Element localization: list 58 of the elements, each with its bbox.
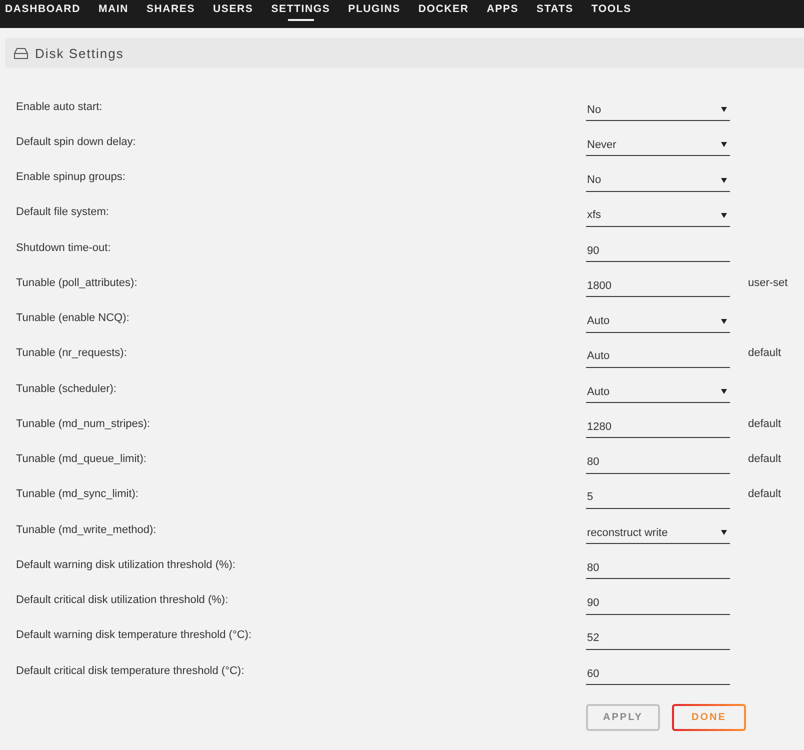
setting-note: default	[748, 347, 782, 360]
caret-icon	[721, 142, 727, 148]
setting-label: Default warning disk utilization threshold (%):	[16, 558, 236, 571]
input-field[interactable]: 90	[586, 590, 730, 615]
setting-label: Tunable (md_num_stripes):	[16, 418, 152, 430]
setting-label: Tunable (md_write_method):	[16, 524, 158, 536]
setting-note: default	[748, 418, 782, 430]
setting-label: Default warning disk temperature threshold (°C):	[16, 629, 253, 642]
input-field[interactable]: 1280	[586, 413, 730, 438]
select-field[interactable]: No	[586, 166, 730, 192]
setting-label: Default file system:	[16, 206, 110, 218]
setting-label: Default critical disk temperature threshold (°C):	[16, 664, 246, 677]
input-field[interactable]: 80	[586, 448, 730, 474]
select-field[interactable]: Never	[586, 131, 730, 156]
input-field[interactable]: 52	[586, 624, 730, 650]
input-field[interactable]: 90	[586, 237, 730, 262]
select-field[interactable]: xfs	[586, 202, 730, 227]
caret-icon	[721, 212, 727, 218]
caret-icon	[721, 530, 727, 536]
setting-label: Tunable (md_queue_limit):	[16, 453, 148, 466]
setting-label: Enable auto start:	[16, 100, 104, 113]
hard-drive-icon	[14, 48, 28, 58]
nav-tab[interactable]: TOOLS	[591, 0, 632, 22]
setting-label: Tunable (enable NCQ):	[16, 312, 130, 324]
nav-tab[interactable]: DASHBOARD	[5, 0, 80, 22]
input-field[interactable]: 5	[586, 484, 730, 509]
setting-note: default	[748, 488, 782, 500]
nav-tab[interactable]: USERS	[213, 0, 254, 22]
input-field[interactable]: 1800	[586, 272, 730, 298]
input-field[interactable]: 80	[586, 554, 730, 580]
nav-tab[interactable]: DOCKER	[418, 0, 469, 22]
nav-tab[interactable]: MAIN	[98, 0, 128, 22]
setting-note: user-set	[748, 276, 788, 289]
input-field[interactable]: 60	[586, 660, 730, 686]
caret-icon	[721, 178, 727, 183]
caret-icon	[721, 318, 727, 324]
setting-label: Tunable (scheduler):	[16, 382, 118, 395]
setting-note: default	[748, 453, 782, 466]
setting-label: Default spin down delay:	[16, 136, 137, 148]
select-field[interactable]: Auto	[586, 378, 730, 404]
select-field[interactable]: No	[586, 96, 730, 122]
nav-tab[interactable]: PLUGINS	[348, 0, 400, 22]
setting-label: Tunable (poll_attributes):	[16, 276, 138, 289]
panel-title: Disk Settings	[35, 46, 124, 60]
caret-icon	[721, 389, 727, 394]
input-field[interactable]: Auto	[586, 342, 730, 368]
select-field[interactable]: Auto	[586, 308, 730, 333]
setting-label: Enable spinup groups:	[16, 171, 126, 184]
caret-icon	[721, 107, 727, 112]
nav-tab[interactable]: SETTINGS	[271, 0, 330, 22]
nav-tab[interactable]: SHARES	[146, 0, 196, 22]
setting-label: Default critical disk utilization threshold (%):	[16, 594, 230, 606]
nav-tab[interactable]: APPS	[486, 0, 519, 22]
setting-label: Shutdown time-out:	[16, 242, 112, 254]
nav-tab[interactable]: STATS	[536, 0, 574, 22]
setting-label: Tunable (md_sync_limit):	[16, 488, 140, 500]
setting-label: Tunable (nr_requests):	[16, 347, 128, 360]
select-field[interactable]: reconstruct write	[586, 519, 730, 544]
